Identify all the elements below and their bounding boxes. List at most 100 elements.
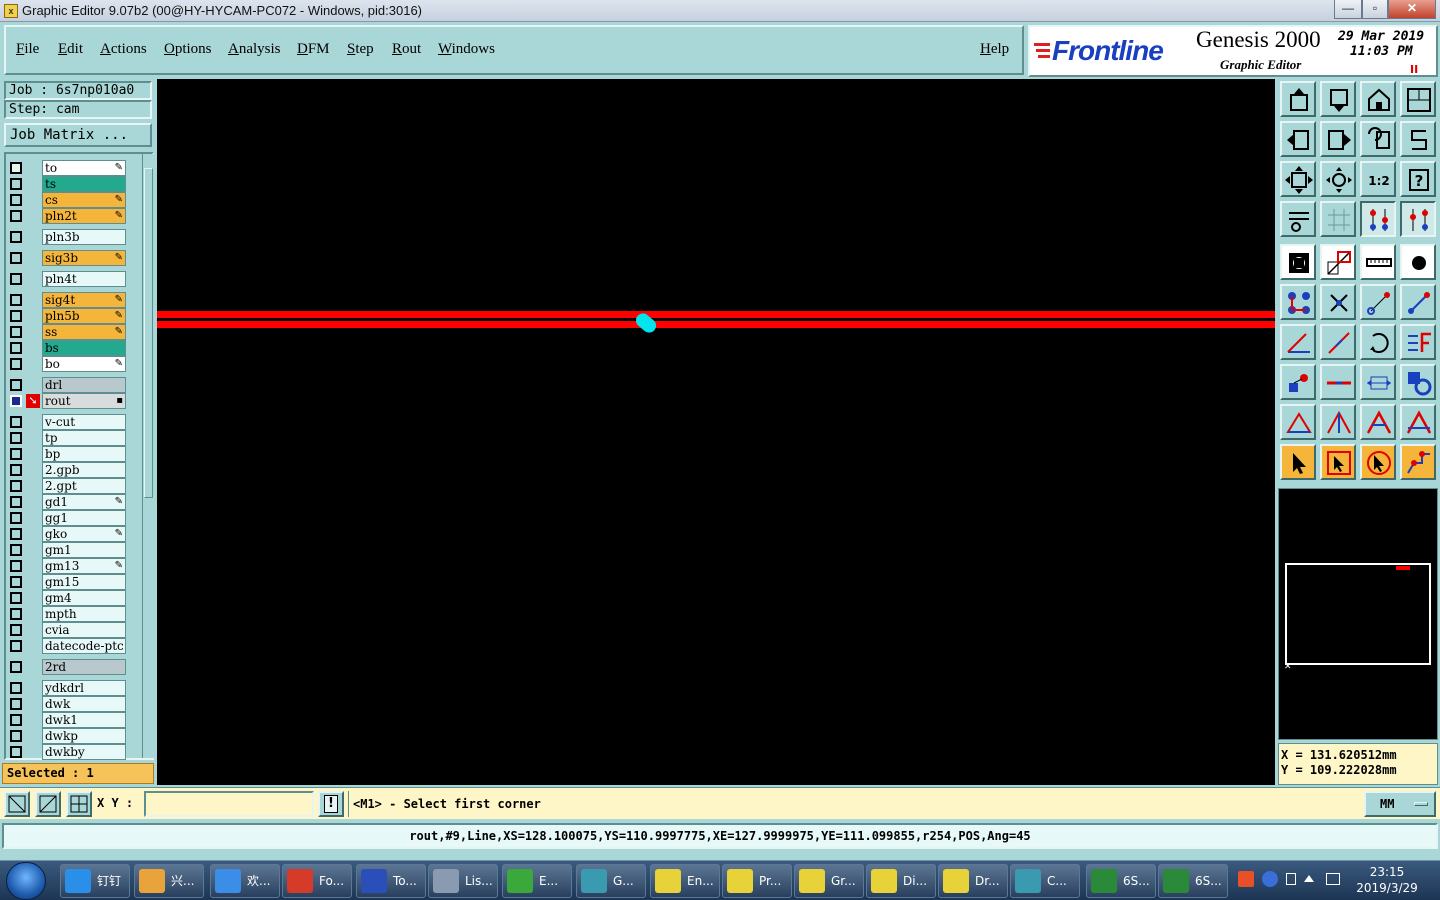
taskbar-item[interactable]: To... [356, 864, 426, 898]
window-titlebar[interactable]: x Graphic Editor 9.07b2 (00@HY-HYCAM-PC0… [0, 0, 1440, 22]
rout-feature-line-top[interactable] [157, 311, 1275, 318]
layer-row-ss[interactable]: ss ✎ [8, 324, 128, 340]
pointer-button[interactable] [1280, 444, 1316, 480]
layer-checkbox[interactable] [10, 178, 22, 190]
line-angle-button[interactable] [1280, 324, 1316, 360]
layer-checkbox[interactable] [10, 746, 22, 758]
minimize-button[interactable]: — [1334, 0, 1362, 19]
layer-row-bs[interactable]: bs [8, 340, 128, 356]
pad-button[interactable] [1400, 244, 1436, 280]
menu-help[interactable]: Help [980, 41, 1009, 58]
layer-row-tp[interactable]: tp [8, 430, 128, 446]
grid-button[interactable] [1320, 201, 1356, 237]
layer-name[interactable]: tp [42, 430, 126, 446]
layer-checkbox[interactable] [10, 624, 22, 636]
pan-right-button[interactable] [1320, 121, 1356, 157]
select-button[interactable] [1280, 244, 1316, 280]
layer-checkbox[interactable] [10, 432, 22, 444]
ruler-button[interactable] [1360, 244, 1396, 280]
layer-checkbox[interactable] [10, 608, 22, 620]
graphic-canvas[interactable] [157, 79, 1275, 785]
layer-name[interactable]: pln5b ✎ [42, 308, 126, 324]
delete-button[interactable] [1320, 284, 1356, 320]
snap-settings-button[interactable] [1280, 201, 1316, 237]
layer-checkbox[interactable] [10, 210, 22, 222]
copy-button[interactable] [1280, 364, 1316, 400]
layer-row-pln4t[interactable]: pln4t [8, 271, 128, 287]
layer-checkbox[interactable] [10, 395, 22, 407]
layer-checkbox[interactable] [10, 496, 22, 508]
layer-checkbox[interactable] [10, 714, 22, 726]
layer-scrollbar[interactable] [142, 154, 154, 758]
taskbar-item[interactable]: 6S... [1086, 864, 1156, 898]
layer-row-cvia[interactable]: cvia [8, 622, 128, 638]
layer-checkbox[interactable] [10, 273, 22, 285]
panel-button[interactable] [1400, 81, 1436, 117]
layer-row-gm1[interactable]: gm1 [8, 542, 128, 558]
shapes-button[interactable] [1400, 364, 1436, 400]
layer-scrollbar-thumb[interactable] [144, 168, 153, 498]
menu-step[interactable]: Step [347, 41, 374, 58]
connect-button[interactable] [1280, 284, 1316, 320]
pause-indicator[interactable]: II [1410, 63, 1418, 76]
measure-button[interactable] [1360, 364, 1396, 400]
grid-snap-button[interactable] [66, 791, 92, 817]
move-node-alt-button[interactable] [1400, 284, 1436, 320]
layer-row-sig3b[interactable]: sig3b ✎ [8, 250, 128, 266]
menu-dfm[interactable]: DFM [297, 41, 330, 58]
taskbar-item[interactable]: 欢... [210, 864, 280, 898]
layer-checkbox[interactable] [10, 730, 22, 742]
layer-name[interactable]: pln4t [42, 271, 126, 287]
taskbar-item[interactable]: C... [1010, 864, 1080, 898]
start-button[interactable] [6, 862, 46, 900]
angle-mode-button[interactable] [35, 791, 61, 817]
layer-name[interactable]: cvia [42, 622, 126, 638]
menu-options[interactable]: Options [164, 41, 212, 58]
text-f-button[interactable] [1400, 324, 1436, 360]
layer-checkbox[interactable] [10, 294, 22, 306]
taskbar-item[interactable]: 兴... [134, 864, 204, 898]
layer-name[interactable]: ts [42, 176, 126, 192]
layer-checkbox[interactable] [10, 560, 22, 572]
layer-name[interactable]: gg1 [42, 510, 126, 526]
triangle-b-button[interactable] [1320, 404, 1356, 440]
layer-name[interactable]: gm1 [42, 542, 126, 558]
layer-name[interactable]: dwkp [42, 728, 126, 744]
layer-checkbox[interactable] [10, 326, 22, 338]
layer-name[interactable]: dwk1 [42, 712, 126, 728]
menu-file[interactable]: File [16, 41, 39, 58]
maximize-button[interactable]: ▫ [1362, 0, 1388, 19]
taskbar-item[interactable]: En... [650, 864, 720, 898]
layer-row-drl[interactable]: drl [8, 377, 128, 393]
layer-checkbox[interactable] [10, 640, 22, 652]
layer-checkbox[interactable] [10, 682, 22, 694]
line-button[interactable] [1320, 324, 1356, 360]
ime-icon[interactable] [1238, 871, 1254, 887]
zoom-1to2-button[interactable]: 1:2 [1360, 161, 1396, 197]
layer-row-dwkby[interactable]: dwkby [8, 744, 128, 760]
layer-name[interactable]: 2.gpb [42, 462, 126, 478]
layer-checkbox[interactable] [10, 528, 22, 540]
layer-checkbox[interactable] [10, 576, 22, 588]
layer-checkbox[interactable] [10, 464, 22, 476]
area-select-button[interactable] [1320, 244, 1356, 280]
redraw-button[interactable] [1400, 121, 1436, 157]
layer-row-gg1[interactable]: gg1 [8, 510, 128, 526]
zoom-fit-button[interactable] [1280, 161, 1316, 197]
layer-row-pln3b[interactable]: pln3b [8, 229, 128, 245]
warning-button[interactable]: ! [318, 791, 344, 817]
layer-name[interactable]: sig4t ✎ [42, 292, 126, 308]
arc-button[interactable] [1360, 324, 1396, 360]
layer-name[interactable]: pln3b [42, 229, 126, 245]
triangle-c-button[interactable] [1360, 404, 1396, 440]
pointer-circle-button[interactable] [1360, 444, 1396, 480]
layer-row-to[interactable]: to ✎ [8, 160, 128, 176]
move-node-button[interactable] [1360, 284, 1396, 320]
layer-row-gd1[interactable]: gd1 ✎ [8, 494, 128, 510]
taskbar-item[interactable]: 钉钉 [60, 864, 130, 898]
layer-row-2.gpt[interactable]: 2.gpt [8, 478, 128, 494]
menu-actions[interactable]: Actions [100, 41, 147, 58]
help-button[interactable]: ? [1400, 161, 1436, 197]
taskbar-item[interactable]: Di... [866, 864, 936, 898]
layer-checkbox[interactable] [10, 194, 22, 206]
